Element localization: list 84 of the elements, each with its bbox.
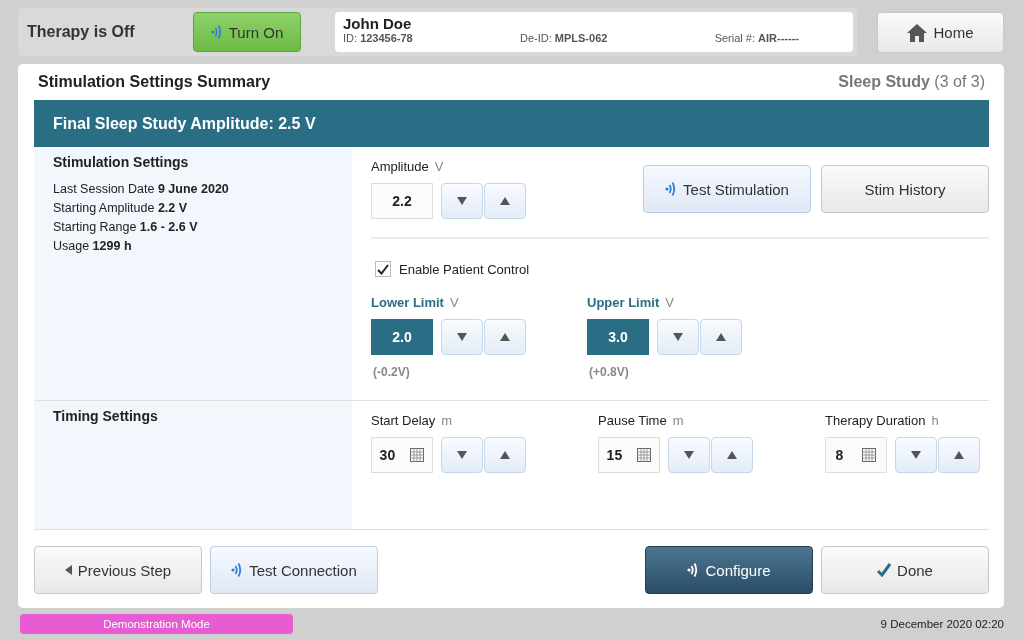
increase-button[interactable]: [700, 319, 742, 355]
checkmark-icon: [877, 563, 892, 577]
section-heading: Timing Settings: [53, 408, 159, 424]
delta-text: (-0.2V): [372, 365, 411, 379]
grid-icon: [410, 448, 425, 462]
field-label: Start Delay: [371, 413, 436, 428]
configure-button[interactable]: Configure: [645, 546, 813, 594]
unit-label: V: [434, 159, 444, 174]
caret-down-icon: [673, 333, 683, 341]
mode-badge: Demonstration Mode: [20, 614, 293, 634]
decrease-button[interactable]: [441, 319, 483, 355]
unit-label: m: [441, 413, 453, 428]
increase-button[interactable]: [484, 437, 526, 473]
value-field[interactable]: 3.0: [587, 319, 649, 355]
caret-left-icon: [64, 565, 72, 575]
therapy-status: Therapy is Off: [27, 23, 136, 41]
patient-field: ID: 123456-78: [343, 32, 413, 44]
field-label: Amplitude: [371, 159, 429, 174]
caret-up-icon: [716, 333, 726, 341]
step-indicator: Sleep Study (3 of 3): [838, 73, 985, 91]
field-label: Lower Limit: [371, 295, 444, 310]
decrease-button[interactable]: [441, 183, 483, 219]
patient-field: De-ID: MPLS-062: [519, 32, 608, 44]
caret-up-icon: [727, 451, 737, 459]
decrease-button[interactable]: [895, 437, 937, 473]
value-field[interactable]: 15: [598, 437, 660, 473]
decrease-button[interactable]: [441, 437, 483, 473]
field-label: Pause Time: [598, 413, 667, 428]
value-field[interactable]: 8: [825, 437, 887, 473]
detail-text: Last Session Date 9 June 2020: [53, 181, 230, 198]
caret-up-icon: [500, 197, 510, 205]
caret-up-icon: [954, 451, 964, 459]
caret-down-icon: [457, 197, 467, 205]
value-field[interactable]: 2.0: [371, 319, 433, 355]
test-stimulation-button[interactable]: Test Stimulation: [643, 165, 811, 213]
field-label: Upper Limit: [587, 295, 660, 310]
checkmark-icon: [377, 263, 389, 275]
decrease-button[interactable]: [668, 437, 710, 473]
detail-text: Starting Range 1.6 - 2.6 V: [53, 219, 199, 236]
page-title: Stimulation Settings Summary: [38, 73, 271, 91]
wireless-signal-icon: [210, 23, 223, 41]
wireless-signal-icon: [231, 561, 244, 579]
unit-label: V: [449, 295, 459, 310]
field-label: Therapy Duration: [825, 413, 926, 428]
field-value: 8: [835, 447, 844, 463]
detail-text: Usage 1299 h: [53, 238, 133, 255]
decrease-button[interactable]: [657, 319, 699, 355]
field-value: 15: [606, 447, 623, 463]
increase-button[interactable]: [484, 183, 526, 219]
grid-icon: [637, 448, 652, 462]
date-time: 9 December 2020 02:20: [880, 618, 1004, 630]
value-field[interactable]: 2.2: [371, 183, 433, 219]
wireless-signal-icon: [687, 561, 700, 579]
caret-down-icon: [457, 451, 467, 459]
caret-up-icon: [500, 451, 510, 459]
patient-field: Serial #: AIR------: [714, 32, 799, 44]
detail-text: Starting Amplitude 2.2 V: [53, 200, 189, 217]
field-value: 30: [379, 447, 396, 463]
caret-down-icon: [457, 333, 467, 341]
caret-up-icon: [500, 333, 510, 341]
caret-down-icon: [684, 451, 694, 459]
unit-label: h: [931, 413, 939, 428]
stim-history-button[interactable]: Stim History: [821, 165, 989, 213]
home-button[interactable]: Home: [877, 12, 1004, 53]
patient-name: John Doe: [343, 15, 413, 32]
previous-step-button[interactable]: Previous Step: [34, 546, 202, 594]
test-connection-button[interactable]: Test Connection: [210, 546, 378, 594]
amplitude-banner: Final Sleep Study Amplitude: 2.5 V: [34, 100, 989, 147]
house-icon: [907, 23, 928, 42]
grid-icon: [862, 448, 877, 462]
unit-label: m: [672, 413, 684, 428]
value-field[interactable]: 30: [371, 437, 433, 473]
section-heading: Stimulation Settings: [53, 154, 190, 170]
turn-on-button[interactable]: Turn On: [193, 12, 301, 52]
increase-button[interactable]: [711, 437, 753, 473]
caret-down-icon: [911, 451, 921, 459]
increase-button[interactable]: [938, 437, 980, 473]
increase-button[interactable]: [484, 319, 526, 355]
checkbox[interactable]: [375, 261, 391, 277]
delta-text: (+0.8V): [588, 365, 630, 379]
done-button[interactable]: Done: [821, 546, 989, 594]
checkbox-label: Enable Patient Control: [399, 261, 530, 277]
unit-label: V: [665, 295, 674, 310]
wireless-signal-icon: [665, 180, 678, 198]
